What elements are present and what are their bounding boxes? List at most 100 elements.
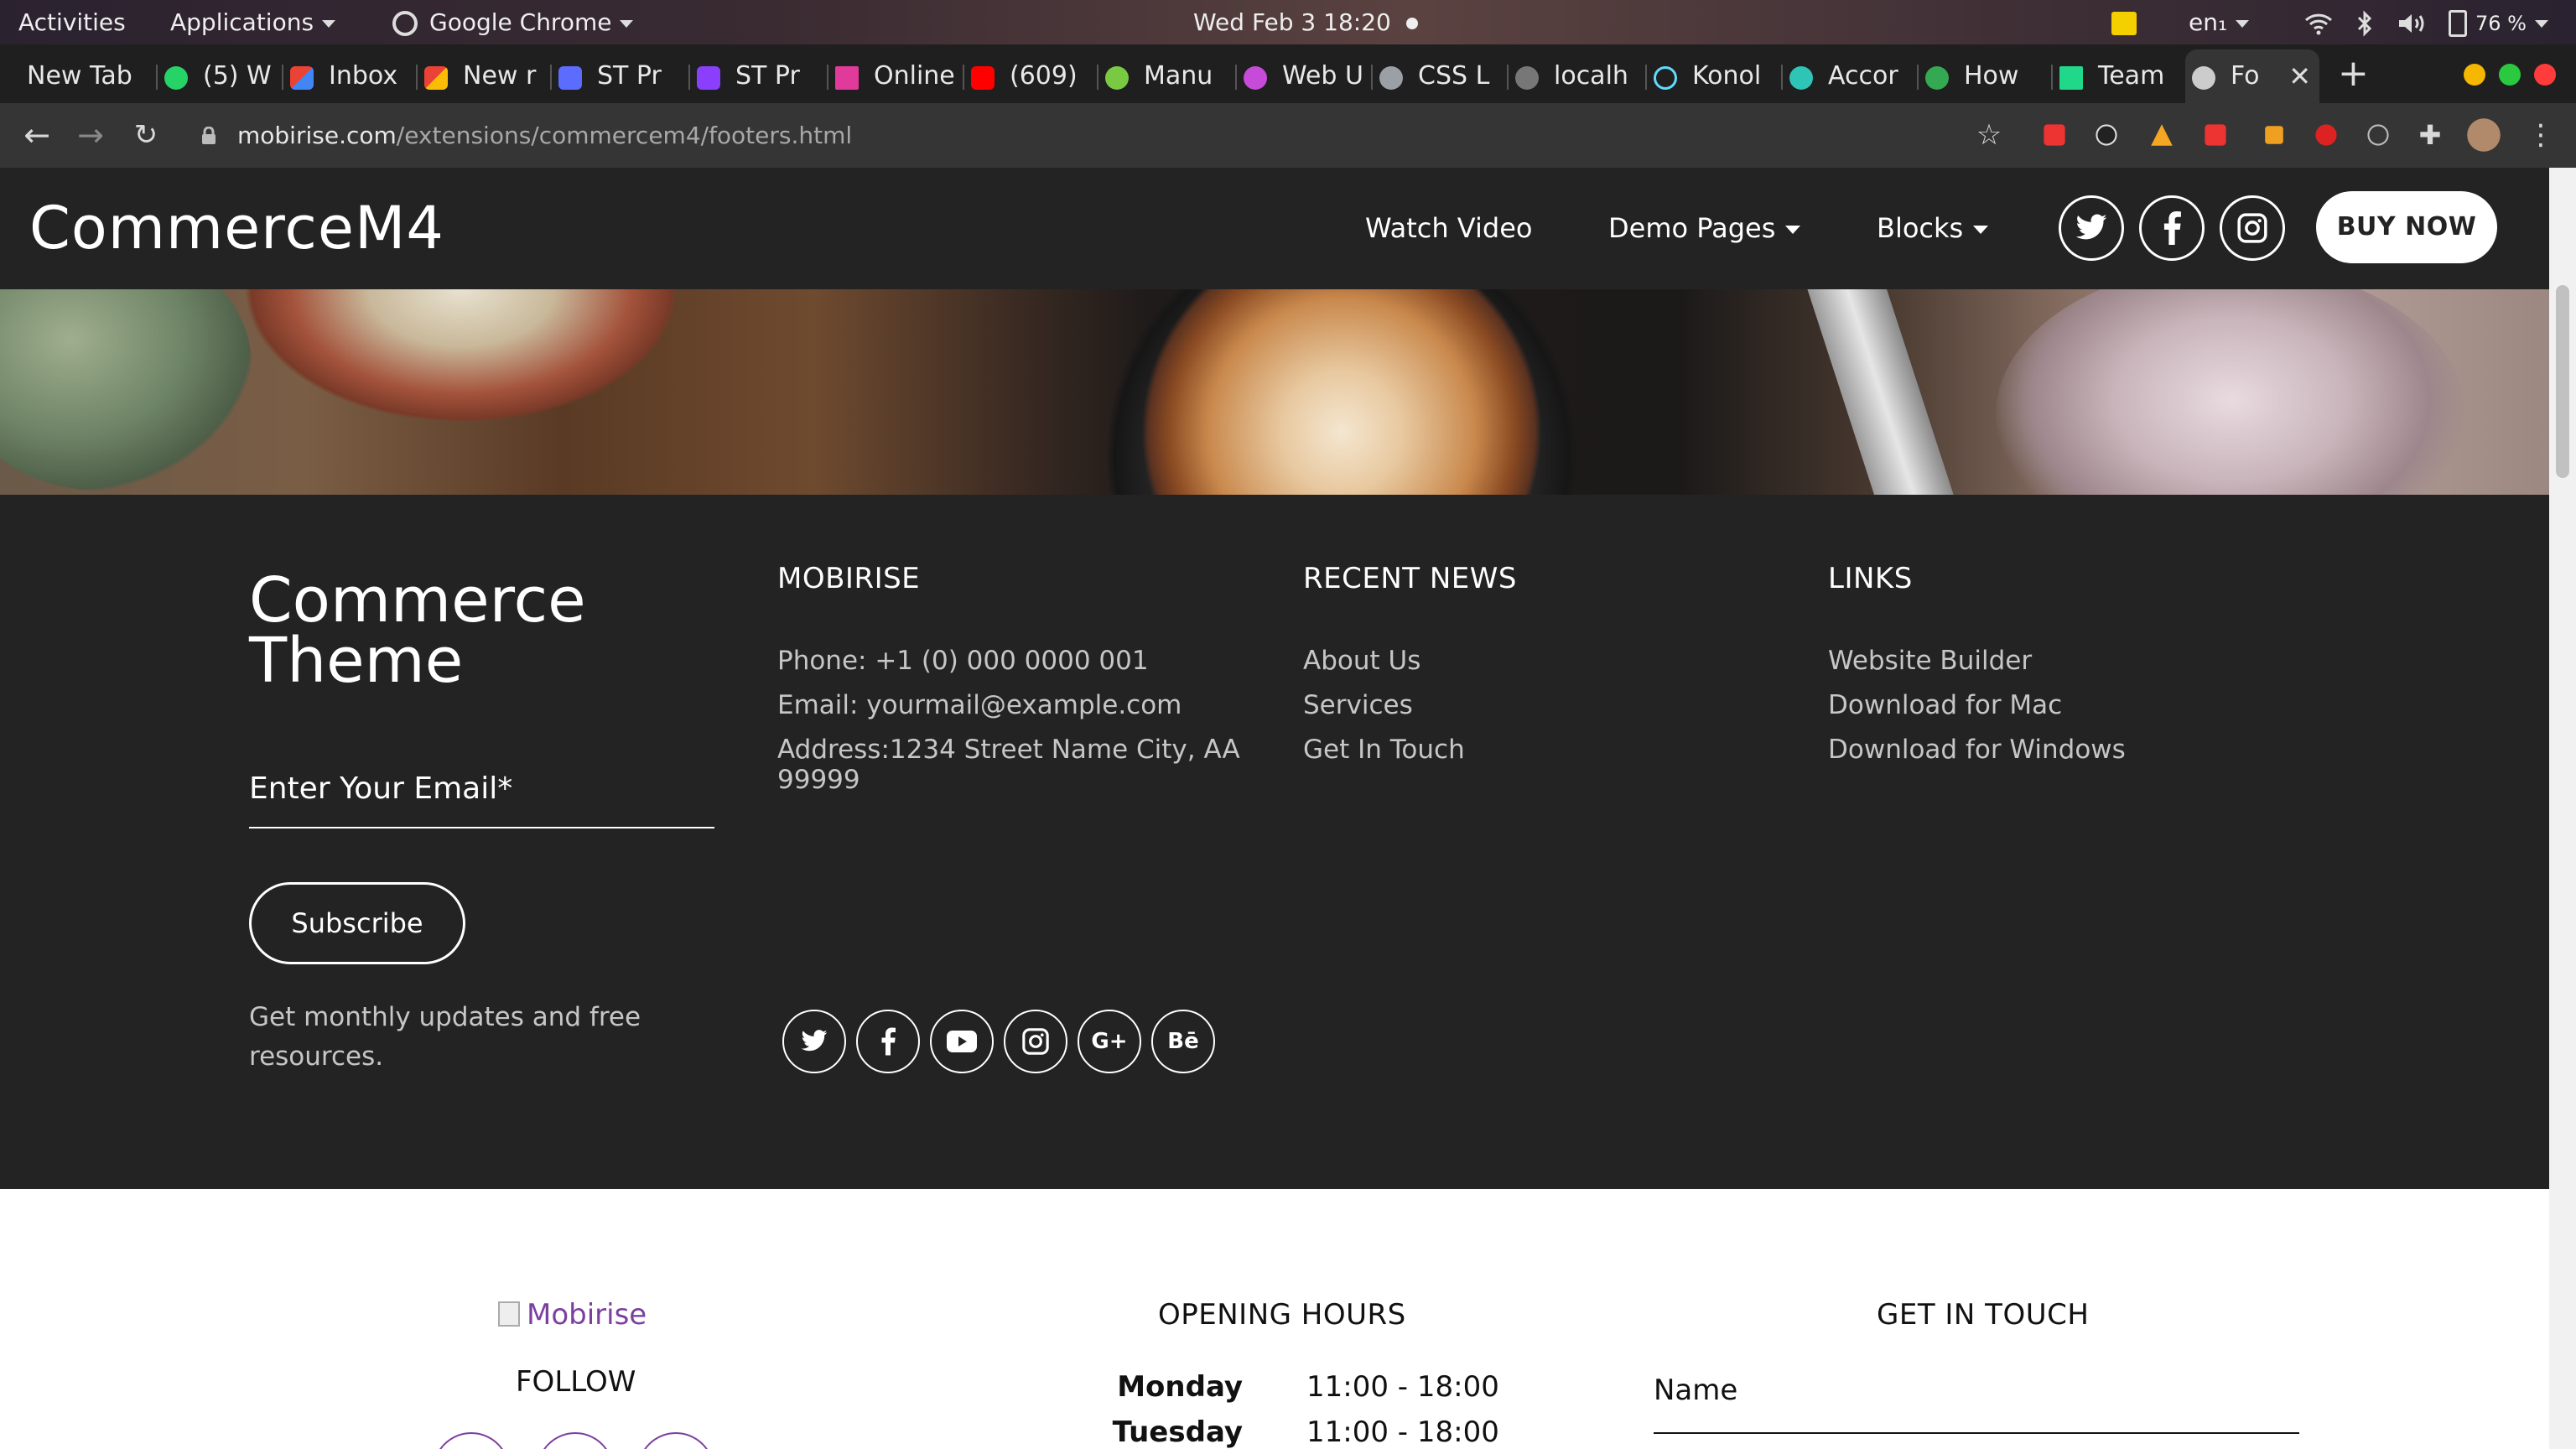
battery-indicator[interactable]: 76 %: [2449, 0, 2548, 44]
social-button[interactable]: [537, 1432, 614, 1449]
social-button[interactable]: [637, 1432, 714, 1449]
tab-4[interactable]: ST Pr: [552, 49, 690, 103]
notes-icon[interactable]: [2111, 0, 2137, 44]
tab-8[interactable]: Manu: [1098, 49, 1237, 103]
buy-now-button[interactable]: BUY NOW: [2316, 191, 2497, 263]
footer-link-download-windows[interactable]: Download for Windows: [1828, 735, 2126, 765]
close-icon[interactable]: ✕: [2288, 49, 2311, 103]
footer-link-about[interactable]: About Us: [1303, 646, 1420, 676]
facebook-button[interactable]: [2139, 195, 2205, 261]
kebab-menu-icon[interactable]: ⋮: [2521, 115, 2561, 155]
close-window-button[interactable]: [2534, 64, 2556, 86]
volume-icon[interactable]: [2397, 0, 2428, 44]
name-input[interactable]: Name: [1654, 1374, 1737, 1407]
page-scrollbar[interactable]: [2549, 168, 2576, 1449]
globe-icon: [1379, 66, 1403, 90]
extension-icon[interactable]: [2150, 123, 2174, 148]
footer-link-services[interactable]: Services: [1303, 690, 1413, 720]
tab-15[interactable]: Team: [2053, 49, 2185, 103]
tab-1[interactable]: (5) W: [158, 49, 283, 103]
tab-label: (5) W: [203, 61, 272, 91]
url-domain: mobirise.com: [237, 122, 397, 149]
app-menu[interactable]: Google Chrome: [392, 0, 634, 44]
tab-label: ST Pr: [597, 61, 662, 91]
nav-blocks[interactable]: Blocks: [1877, 168, 1989, 289]
maximize-button[interactable]: [2499, 64, 2521, 86]
tab-11[interactable]: localh: [1509, 49, 1647, 103]
tab-10[interactable]: CSS L: [1373, 49, 1509, 103]
bluetooth-icon[interactable]: [2356, 0, 2373, 44]
tab-0[interactable]: New Tab: [15, 49, 158, 103]
address-text: Address:1234 Street Name City, AA 99999: [777, 735, 1240, 795]
footer-link-website-builder[interactable]: Website Builder: [1828, 646, 2032, 676]
app-name: Google Chrome: [429, 8, 612, 36]
chevron-down-icon: [620, 19, 634, 28]
puzzle-icon[interactable]: ✚: [2410, 115, 2450, 155]
extension-icon[interactable]: [2044, 124, 2065, 146]
nav-label: Demo Pages: [1608, 212, 1776, 244]
tab-3[interactable]: New r: [418, 49, 552, 103]
google-plus-button[interactable]: G+: [1078, 1010, 1141, 1073]
footer-link-download-mac[interactable]: Download for Mac: [1828, 690, 2062, 720]
applications-menu[interactable]: Applications: [170, 0, 336, 44]
nav-watch-video[interactable]: Watch Video: [1365, 168, 1532, 289]
language-label: en₁: [2189, 8, 2228, 36]
social-button[interactable]: [433, 1432, 510, 1449]
hours-time: 11:00 - 18:00: [1306, 1415, 1499, 1449]
scrollbar-thumb[interactable]: [2556, 285, 2569, 478]
chevron-down-icon: [2534, 19, 2548, 28]
tab-13[interactable]: Accor: [1783, 49, 1919, 103]
site-brand[interactable]: CommerceM4: [29, 168, 444, 289]
mobirise-logo[interactable]: Mobirise: [498, 1298, 647, 1332]
bookmark-star-icon[interactable]: ☆: [1969, 115, 2009, 155]
youtube-icon: [971, 66, 995, 90]
chrome-icon: [392, 11, 418, 36]
latte-art: [1090, 289, 1593, 495]
language-menu[interactable]: en₁: [2189, 0, 2250, 44]
youtube-button[interactable]: [930, 1010, 994, 1073]
twitter-button[interactable]: [2059, 195, 2124, 261]
forward-arrow-icon[interactable]: →: [70, 115, 111, 155]
email-input[interactable]: Enter Your Email*: [249, 771, 512, 806]
tab-6[interactable]: Online: [828, 49, 964, 103]
activities-button[interactable]: Activities: [18, 0, 126, 44]
tab-label: Manu: [1144, 61, 1213, 91]
footer-link-get-in-touch[interactable]: Get In Touch: [1303, 735, 1465, 765]
subscribe-button[interactable]: Subscribe: [249, 882, 465, 964]
new-tab-button[interactable]: +: [2338, 50, 2369, 97]
tab-9[interactable]: Web U: [1237, 49, 1373, 103]
tab-16-active[interactable]: Fo ✕: [2185, 49, 2319, 103]
extension-icon[interactable]: [2205, 124, 2226, 146]
address-bar[interactable]: mobirise.com/extensions/commercem4/foote…: [237, 103, 852, 168]
clock[interactable]: Wed Feb 3 18:20: [1193, 0, 1418, 44]
reload-icon[interactable]: ↻: [126, 115, 166, 155]
tab-14[interactable]: How: [1919, 49, 2053, 103]
facebook-button[interactable]: [856, 1010, 920, 1073]
tab-2[interactable]: Inbox: [283, 49, 418, 103]
tab-label: localh: [1554, 61, 1628, 91]
notification-dot-icon: [1405, 18, 1418, 29]
extension-icon[interactable]: [2315, 124, 2337, 146]
globe-icon: [1515, 66, 1539, 90]
tab-label: Web U: [1282, 61, 1363, 91]
gmail-icon: [424, 66, 448, 90]
tab-12[interactable]: Konol: [1647, 49, 1783, 103]
tab-5[interactable]: ST Pr: [690, 49, 828, 103]
extension-icon[interactable]: [2265, 126, 2283, 144]
extension-icon[interactable]: [2367, 124, 2389, 146]
wifi-icon[interactable]: [2304, 0, 2333, 44]
tab-label: Konol: [1692, 61, 1762, 91]
lock-icon[interactable]: [201, 127, 216, 145]
minimize-button[interactable]: [2464, 64, 2485, 86]
system-top-bar: Activities Applications Google Chrome We…: [0, 0, 2576, 44]
extension-icon[interactable]: [2096, 124, 2117, 146]
instagram-button[interactable]: [2220, 195, 2285, 261]
column-heading: LINKS: [1828, 562, 1913, 595]
instagram-button[interactable]: [1004, 1010, 1067, 1073]
avatar[interactable]: [2467, 118, 2501, 152]
back-arrow-icon[interactable]: ←: [17, 115, 57, 155]
nav-demo-pages[interactable]: Demo Pages: [1608, 168, 1801, 289]
tab-7[interactable]: (609): [964, 49, 1098, 103]
behance-button[interactable]: Bē: [1151, 1010, 1215, 1073]
twitter-button[interactable]: [782, 1010, 846, 1073]
